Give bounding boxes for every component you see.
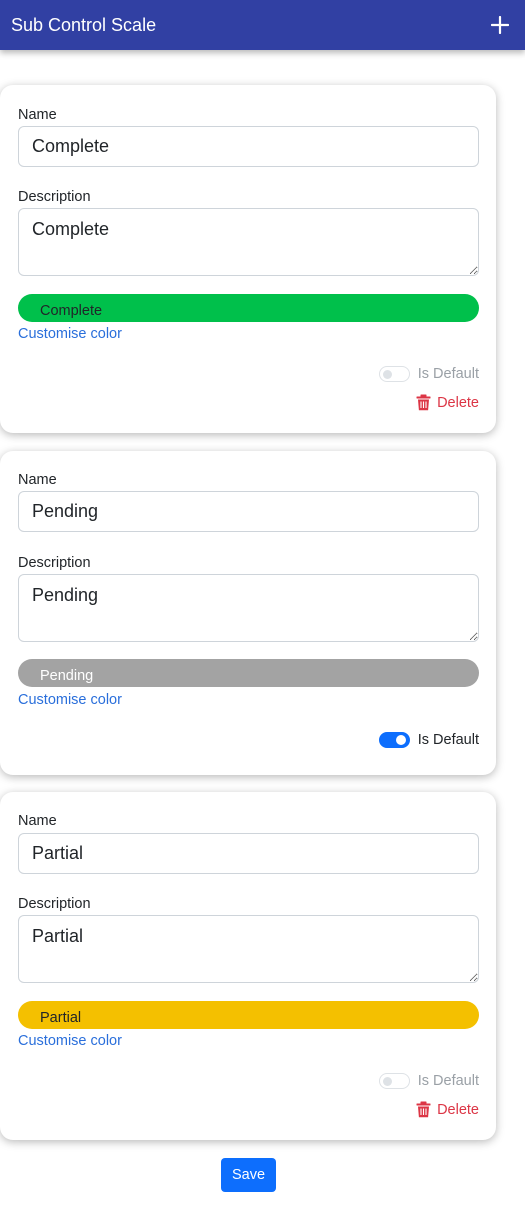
page-title: Sub Control Scale [11, 14, 157, 35]
toggle-knob [382, 370, 392, 379]
description-label: Description [18, 896, 91, 912]
customise-color-link[interactable]: Customise color [18, 326, 122, 342]
delete-label: Delete [437, 394, 479, 411]
is-default-toggle[interactable] [378, 1073, 410, 1089]
color-preview-bar: Partial [18, 1001, 479, 1029]
color-preview-bar: Complete [18, 294, 479, 322]
name-input[interactable] [18, 126, 479, 167]
name-input[interactable] [18, 833, 479, 874]
scale-card-pending: Name Description Pending Pending Customi… [0, 451, 496, 775]
is-default-label: Is Default [417, 1073, 479, 1089]
customise-color-link[interactable]: Customise color [18, 692, 122, 708]
description-textarea[interactable]: Complete [18, 208, 479, 276]
app-bar: Sub Control Scale [0, 0, 525, 50]
name-input[interactable] [18, 491, 479, 532]
description-label: Description [18, 555, 91, 571]
scale-card-partial: Name Description Partial Partial Customi… [0, 792, 496, 1140]
is-default-toggle[interactable] [378, 732, 410, 748]
color-preview-bar: Pending [18, 659, 479, 687]
is-default-label: Is Default [417, 366, 479, 382]
is-default-toggle[interactable] [378, 366, 410, 382]
customise-color-link[interactable]: Customise color [18, 1033, 122, 1049]
trash-icon [416, 394, 431, 411]
name-label: Name [18, 813, 57, 829]
add-scale-button[interactable] [487, 12, 513, 38]
delete-label: Delete [437, 1101, 479, 1118]
name-label: Name [18, 107, 57, 123]
toggle-knob [382, 1077, 392, 1086]
delete-button[interactable]: Delete [416, 394, 479, 411]
is-default-toggle-row: Is Default [378, 366, 479, 382]
scale-card-complete: Name Description Complete Complete Custo… [0, 85, 496, 433]
name-label: Name [18, 472, 57, 488]
toggle-knob [395, 735, 406, 745]
save-button[interactable]: Save [221, 1158, 276, 1192]
description-textarea[interactable]: Pending [18, 574, 479, 642]
description-textarea[interactable]: Partial [18, 915, 479, 983]
plus-icon [491, 16, 509, 34]
delete-button[interactable]: Delete [416, 1101, 479, 1118]
is-default-toggle-row: Is Default [378, 1073, 479, 1089]
is-default-label: Is Default [417, 732, 479, 748]
trash-icon [416, 1101, 431, 1118]
description-label: Description [18, 189, 91, 205]
is-default-toggle-row: Is Default [378, 732, 479, 748]
